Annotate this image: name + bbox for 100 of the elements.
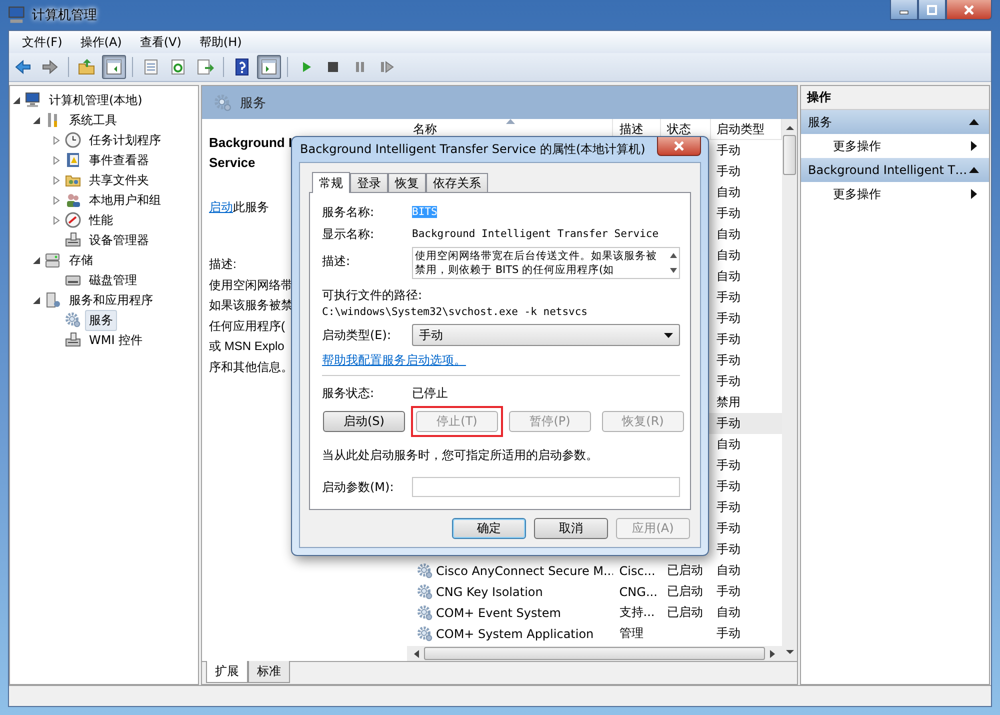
- tree-item[interactable]: 系统工具: [65, 110, 121, 130]
- table-row[interactable]: COM+ System Application 管理 手动: [407, 623, 782, 644]
- table-cell: 已启动: [666, 562, 703, 579]
- help-icon: [233, 58, 251, 76]
- dialog-button[interactable]: 确定: [452, 518, 526, 539]
- dialog-button[interactable]: 取消: [534, 518, 608, 539]
- parameters-field[interactable]: [412, 477, 680, 497]
- expand-arrow-icon[interactable]: [52, 216, 61, 224]
- tree-item[interactable]: 磁盘管理: [85, 270, 141, 290]
- table-cell: 手动: [716, 373, 741, 390]
- section-header[interactable]: 服务: [801, 110, 989, 134]
- tree-item[interactable]: WMI 控件: [85, 330, 147, 350]
- expand-arrow-icon[interactable]: [52, 156, 61, 164]
- help-link[interactable]: 帮助我配置服务启动选项。: [322, 352, 466, 369]
- display-name-value: Background Intelligent Transfer Service: [412, 228, 659, 240]
- maximize-icon: [927, 4, 937, 14]
- scroll-thumb[interactable]: [424, 647, 765, 660]
- description-text: 任何应用程序(: [209, 318, 285, 334]
- tab[interactable]: 常规: [312, 172, 350, 193]
- tab[interactable]: 登录: [350, 173, 388, 192]
- table-cell: 已启动: [666, 604, 703, 621]
- collapse-arrow-icon[interactable]: [969, 119, 979, 125]
- start-link[interactable]: 启动: [209, 200, 233, 214]
- scroll-down-icon[interactable]: [786, 649, 794, 655]
- expand-arrow-icon[interactable]: [52, 136, 61, 144]
- device-icon: [65, 232, 81, 248]
- description-label: 描述:: [209, 256, 236, 273]
- computer-icon: [25, 92, 41, 108]
- field-label: 描述:: [322, 253, 352, 270]
- collapse-arrow-icon[interactable]: [32, 296, 41, 304]
- field-label: 服务名称:: [322, 204, 376, 220]
- tree-item[interactable]: 事件查看器: [85, 150, 153, 170]
- menu-item[interactable]: 帮助(H): [190, 34, 251, 50]
- scroll-up-icon[interactable]: [670, 253, 676, 258]
- tree-toggle-button[interactable]: [102, 55, 126, 79]
- close-button[interactable]: [946, 0, 992, 20]
- table-row[interactable]: Cisco AnyConnect Secure M... Cisc... 已启动 自动: [407, 560, 782, 581]
- tree-item[interactable]: 任务计划程序: [85, 130, 165, 150]
- collapse-arrow-icon[interactable]: [32, 116, 41, 124]
- table-row[interactable]: COM+ Event System 支持... 已启动 自动: [407, 602, 782, 623]
- collapse-arrow-icon[interactable]: [969, 167, 979, 173]
- action-item[interactable]: 更多操作: [833, 138, 881, 154]
- collapse-arrow-icon[interactable]: [12, 96, 21, 104]
- tree-item[interactable]: 计算机管理(本地): [45, 90, 146, 110]
- collapse-arrow-icon[interactable]: [32, 256, 41, 264]
- gear-icon: [214, 94, 232, 112]
- sort-arrow-icon: [506, 119, 515, 124]
- tree-toggle-icon: [105, 58, 123, 76]
- expand-arrow-icon[interactable]: [52, 176, 61, 184]
- expand-arrow-icon[interactable]: [52, 196, 61, 204]
- table-cell: CNG Key Isolation: [436, 584, 543, 598]
- gear-icon: [65, 312, 81, 328]
- scroll-left-icon[interactable]: [413, 650, 420, 658]
- pane-toggle-icon: [260, 58, 278, 76]
- scroll-thumb[interactable]: [783, 135, 796, 175]
- gear-icon: [417, 604, 433, 620]
- vertical-scrollbar[interactable]: [782, 119, 797, 661]
- table-cell: 自动: [716, 562, 741, 579]
- menu-item[interactable]: 文件(F): [13, 34, 72, 50]
- maximize-button[interactable]: [918, 0, 946, 20]
- view-tab[interactable]: 扩展: [206, 661, 248, 683]
- view-tab[interactable]: 标准: [248, 661, 290, 683]
- scroll-right-icon[interactable]: [769, 650, 776, 658]
- minimize-button[interactable]: [890, 0, 918, 20]
- dialog-title: Background Intelligent Transfer Service 的属性(本地计算机): [300, 141, 646, 158]
- tree-item[interactable]: 性能: [85, 210, 117, 230]
- tree-item[interactable]: 存储: [65, 250, 97, 270]
- tree-item[interactable]: 本地用户和组: [85, 190, 165, 210]
- table-row[interactable]: CNG Key Isolation CNG... 已启动 手动: [407, 581, 782, 602]
- section-header[interactable]: Background Intelligent T…: [801, 158, 989, 182]
- tab[interactable]: 恢复: [388, 173, 426, 192]
- gauge-icon: [65, 212, 81, 228]
- tree-item[interactable]: 服务: [85, 310, 117, 330]
- pane-toggle-button[interactable]: [257, 55, 281, 79]
- section-title: 服务: [808, 114, 832, 130]
- back-icon: [14, 58, 32, 76]
- field-label: 显示名称:: [322, 226, 376, 242]
- service-name: Service: [209, 154, 256, 172]
- close-button[interactable]: [657, 137, 701, 156]
- startup-type-dropdown[interactable]: 手动: [412, 324, 680, 346]
- table-cell: COM+ Event System: [436, 606, 561, 620]
- action-item[interactable]: 更多操作: [833, 186, 881, 202]
- menu-item[interactable]: 查看(V): [130, 34, 190, 50]
- field-label: 可执行文件的路径:: [322, 287, 424, 304]
- field-label: 启动类型(E):: [322, 326, 392, 344]
- horizontal-scrollbar[interactable]: [407, 646, 782, 661]
- forward-icon: [41, 58, 59, 76]
- tree-item[interactable]: 设备管理器: [85, 230, 153, 250]
- description-field[interactable]: 使用空闲网络带宽在后台传送文件。如果该服务被禁用，则依赖于 BITS 的任何应用程序(如: [412, 247, 680, 279]
- description-text: 或 MSN Explo: [209, 338, 284, 355]
- service-button[interactable]: 启动(S): [323, 411, 405, 432]
- tree-item[interactable]: 服务和应用程序: [65, 290, 157, 310]
- table-cell: COM+ System Application: [436, 626, 594, 640]
- close-icon: [963, 4, 975, 14]
- table-cell: Cisco AnyConnect Secure M...: [436, 564, 614, 578]
- tree-item[interactable]: 共享文件夹: [85, 170, 153, 190]
- scroll-down-icon[interactable]: [670, 268, 676, 273]
- scroll-up-icon[interactable]: [786, 125, 794, 131]
- tab[interactable]: 依存关系: [426, 173, 488, 192]
- menu-item[interactable]: 操作(A): [71, 34, 131, 50]
